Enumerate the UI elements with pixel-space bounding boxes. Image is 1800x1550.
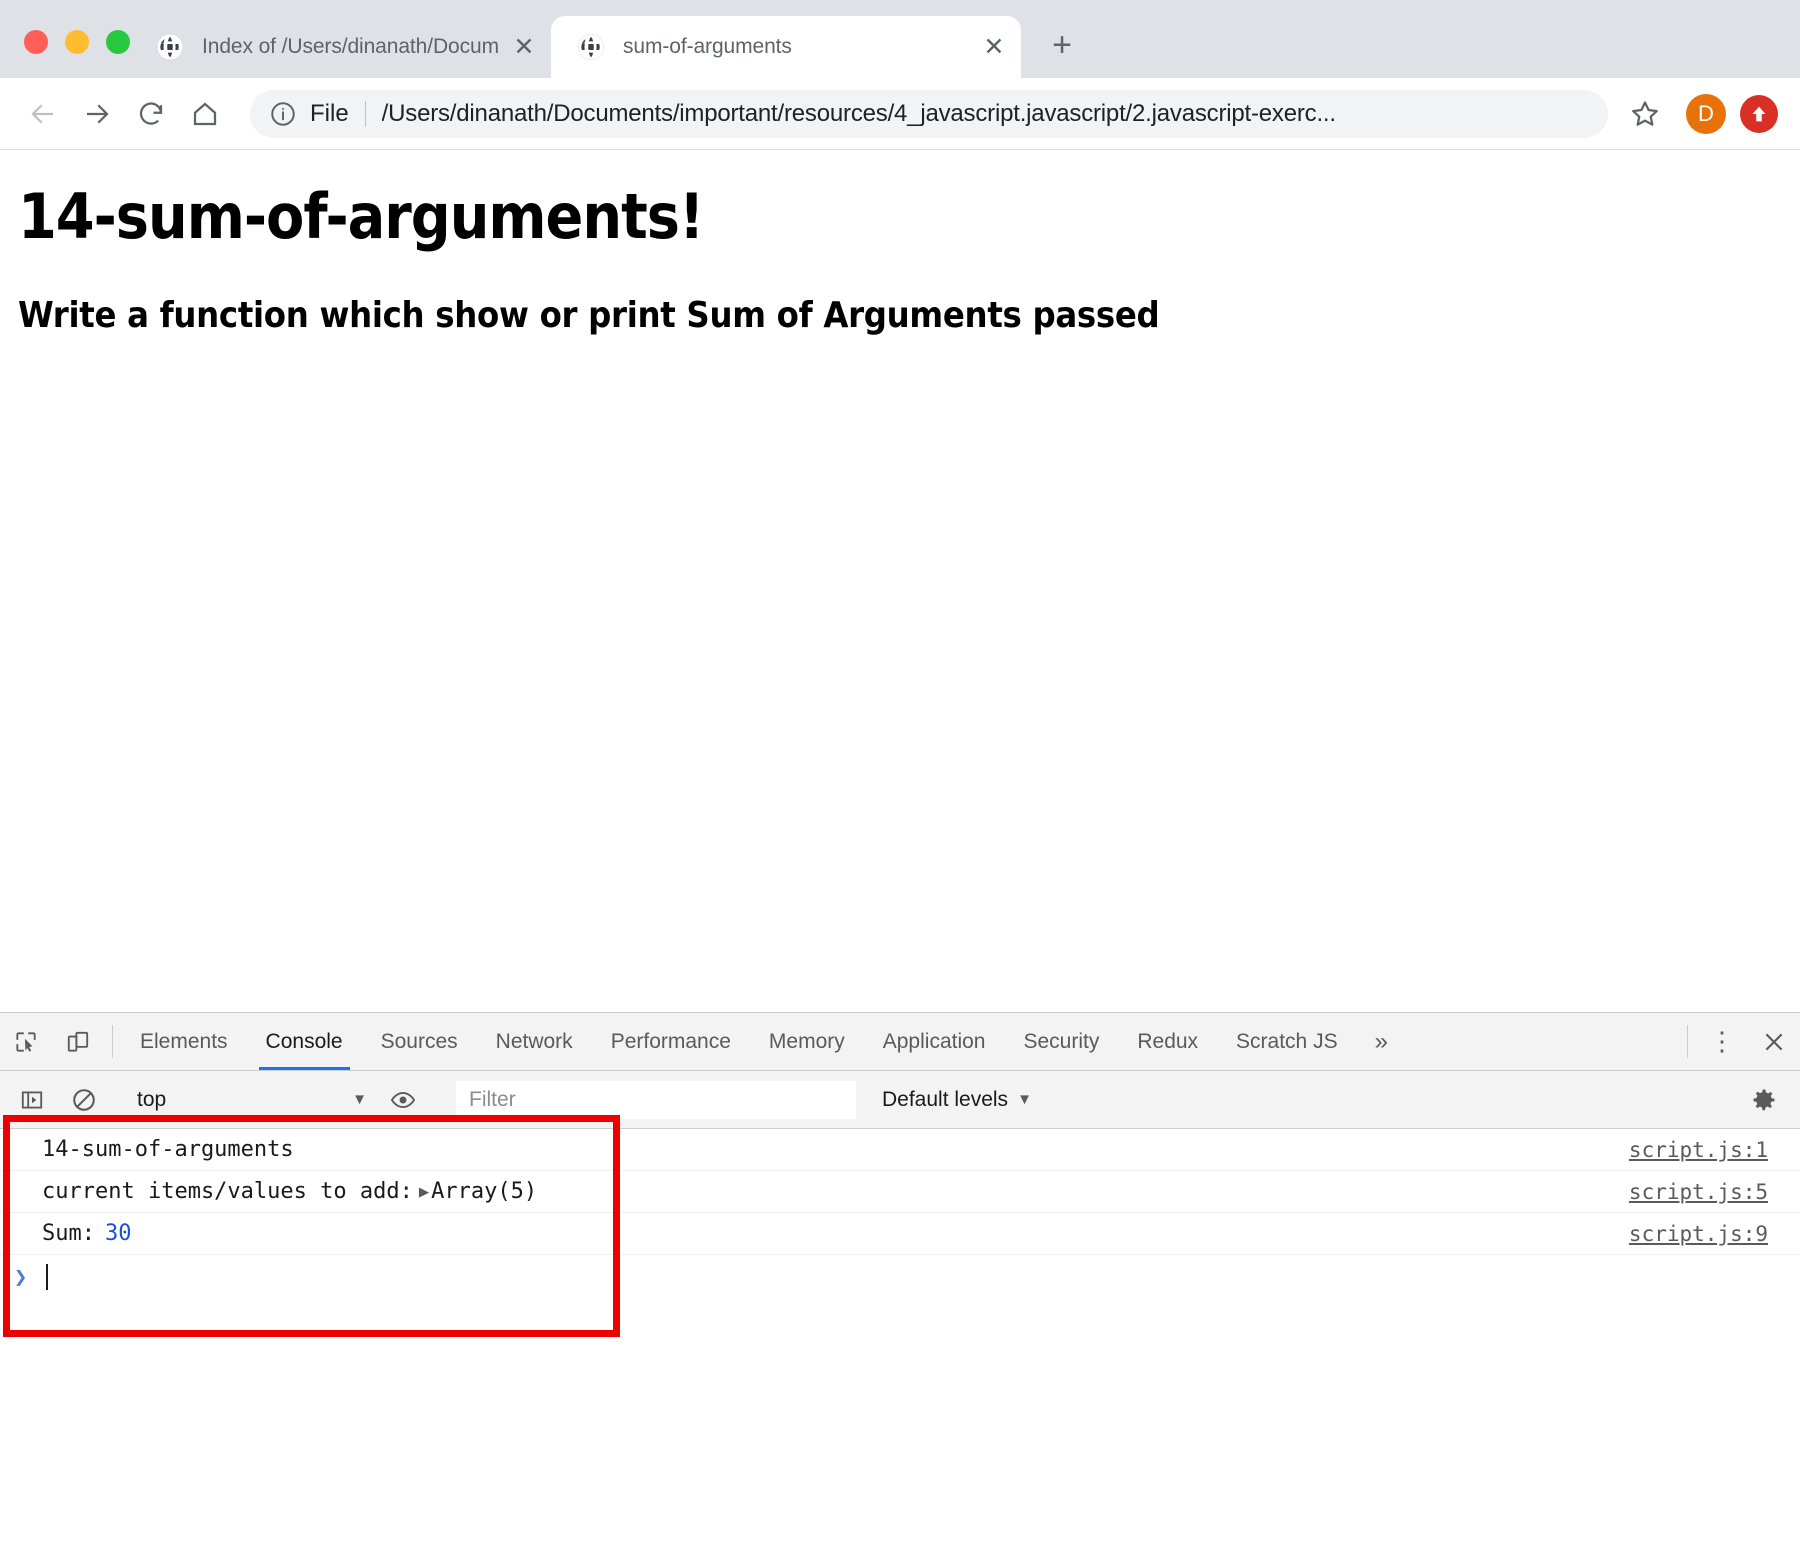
console-prompt[interactable]: ❯: [0, 1255, 1800, 1299]
browser-tab-1[interactable]: Index of /Users/dinanath/Docum ✕: [130, 16, 551, 78]
console-toolbar: top ▼ Filter Default levels ▼: [0, 1071, 1800, 1129]
console-source-link[interactable]: script.js:1: [1629, 1138, 1768, 1162]
tab-performance[interactable]: Performance: [592, 1013, 750, 1070]
tabbar-spacer: [1406, 1013, 1679, 1070]
console-object-preview[interactable]: Array(5): [431, 1179, 537, 1204]
address-bar[interactable]: File /Users/dinanath/Documents/important…: [250, 89, 1608, 138]
home-button[interactable]: [178, 87, 232, 141]
text-cursor: [46, 1264, 48, 1290]
star-icon[interactable]: [1618, 87, 1672, 141]
url-text: /Users/dinanath/Documents/important/reso…: [381, 99, 1336, 127]
execution-context-dropdown[interactable]: top ▼: [127, 1080, 377, 1120]
page-subtitle: Write a function which show or print Sum…: [18, 295, 1160, 336]
url-scheme-label: File: [310, 99, 349, 127]
browser-toolbar: File /Users/dinanath/Documents/important…: [0, 78, 1800, 150]
console-source-link[interactable]: script.js:5: [1629, 1180, 1768, 1204]
tab-security[interactable]: Security: [1004, 1013, 1118, 1070]
device-toolbar-icon[interactable]: [52, 1013, 104, 1070]
console-message-row[interactable]: 14-sum-of-arguments script.js:1: [0, 1129, 1800, 1171]
tab-network[interactable]: Network: [477, 1013, 592, 1070]
tab-sources[interactable]: Sources: [362, 1013, 477, 1070]
expand-object-arrow-icon[interactable]: ▶: [419, 1182, 429, 1202]
tab-title: Index of /Users/dinanath/Docum: [202, 35, 499, 58]
omnibox-divider: [364, 100, 366, 127]
tab-strip: Index of /Users/dinanath/Docum ✕ sum-of-…: [0, 0, 1800, 78]
console-message-value: 30: [104, 1221, 132, 1246]
console-source-link[interactable]: script.js:9: [1629, 1222, 1768, 1246]
tab-elements[interactable]: Elements: [121, 1013, 247, 1070]
console-message-text: Sum:: [42, 1221, 95, 1246]
live-expression-icon[interactable]: [377, 1087, 429, 1113]
console-output[interactable]: 14-sum-of-arguments script.js:1 current …: [0, 1115, 1800, 1550]
inspect-element-icon[interactable]: [0, 1013, 52, 1070]
tab-memory[interactable]: Memory: [750, 1013, 864, 1070]
console-message-text: current items/values to add:: [42, 1179, 413, 1204]
toolbar-divider-right: [1687, 1025, 1688, 1058]
more-tabs-icon[interactable]: »: [1357, 1013, 1406, 1070]
globe-icon: [577, 33, 605, 61]
update-available-icon[interactable]: [1740, 94, 1778, 133]
window-controls: [0, 30, 130, 78]
console-message-row[interactable]: Sum: 30 script.js:9: [0, 1213, 1800, 1255]
tab-close-button[interactable]: ✕: [977, 30, 1011, 64]
close-devtools-icon[interactable]: [1748, 1013, 1800, 1070]
close-window-button[interactable]: [24, 30, 48, 54]
filter-input[interactable]: Filter: [456, 1080, 856, 1119]
forward-button[interactable]: [70, 87, 124, 141]
globe-icon: [156, 33, 184, 61]
tab-application[interactable]: Application: [864, 1013, 1005, 1070]
console-message-text: 14-sum-of-arguments: [42, 1137, 294, 1162]
console-message-row[interactable]: current items/values to add: ▶ Array(5) …: [0, 1171, 1800, 1213]
new-tab-button[interactable]: +: [1037, 20, 1087, 70]
devtools-tabbar: Elements Console Sources Network Perform…: [0, 1013, 1800, 1071]
browser-window: Index of /Users/dinanath/Docum ✕ sum-of-…: [0, 0, 1800, 1550]
devtools-panel: Elements Console Sources Network Perform…: [0, 1012, 1800, 1550]
minimize-window-button[interactable]: [65, 30, 89, 54]
back-button[interactable]: [16, 87, 70, 141]
tab-redux[interactable]: Redux: [1118, 1013, 1217, 1070]
log-levels-dropdown[interactable]: Default levels ▼: [870, 1080, 1044, 1120]
chevron-down-icon: ▼: [1017, 1091, 1032, 1108]
page-info-icon[interactable]: [268, 99, 298, 129]
reload-button[interactable]: [124, 87, 178, 141]
page-content: 14-sum-of-arguments! Write a function wh…: [0, 150, 1800, 1012]
execution-context-label: top: [137, 1087, 167, 1111]
log-levels-label: Default levels: [882, 1087, 1009, 1111]
tab-scratch-js[interactable]: Scratch JS: [1217, 1013, 1357, 1070]
prompt-chevron-icon: ❯: [14, 1264, 28, 1290]
avatar[interactable]: D: [1686, 93, 1726, 134]
console-sidebar-icon[interactable]: [6, 1087, 58, 1113]
page-title: 14-sum-of-arguments!: [18, 180, 704, 253]
clear-console-icon[interactable]: [58, 1087, 110, 1113]
toolbar-divider: [112, 1025, 113, 1058]
tab-close-button[interactable]: ✕: [507, 30, 541, 64]
tab-title: sum-of-arguments: [623, 35, 792, 58]
kebab-menu-icon[interactable]: ⋮: [1696, 1013, 1748, 1070]
gear-icon[interactable]: [1738, 1086, 1790, 1114]
maximize-window-button[interactable]: [106, 30, 130, 54]
filter-placeholder: Filter: [469, 1087, 516, 1111]
tab-console[interactable]: Console: [247, 1013, 362, 1070]
chevron-down-icon: ▼: [352, 1091, 367, 1108]
browser-tab-2[interactable]: sum-of-arguments ✕: [551, 16, 1021, 78]
